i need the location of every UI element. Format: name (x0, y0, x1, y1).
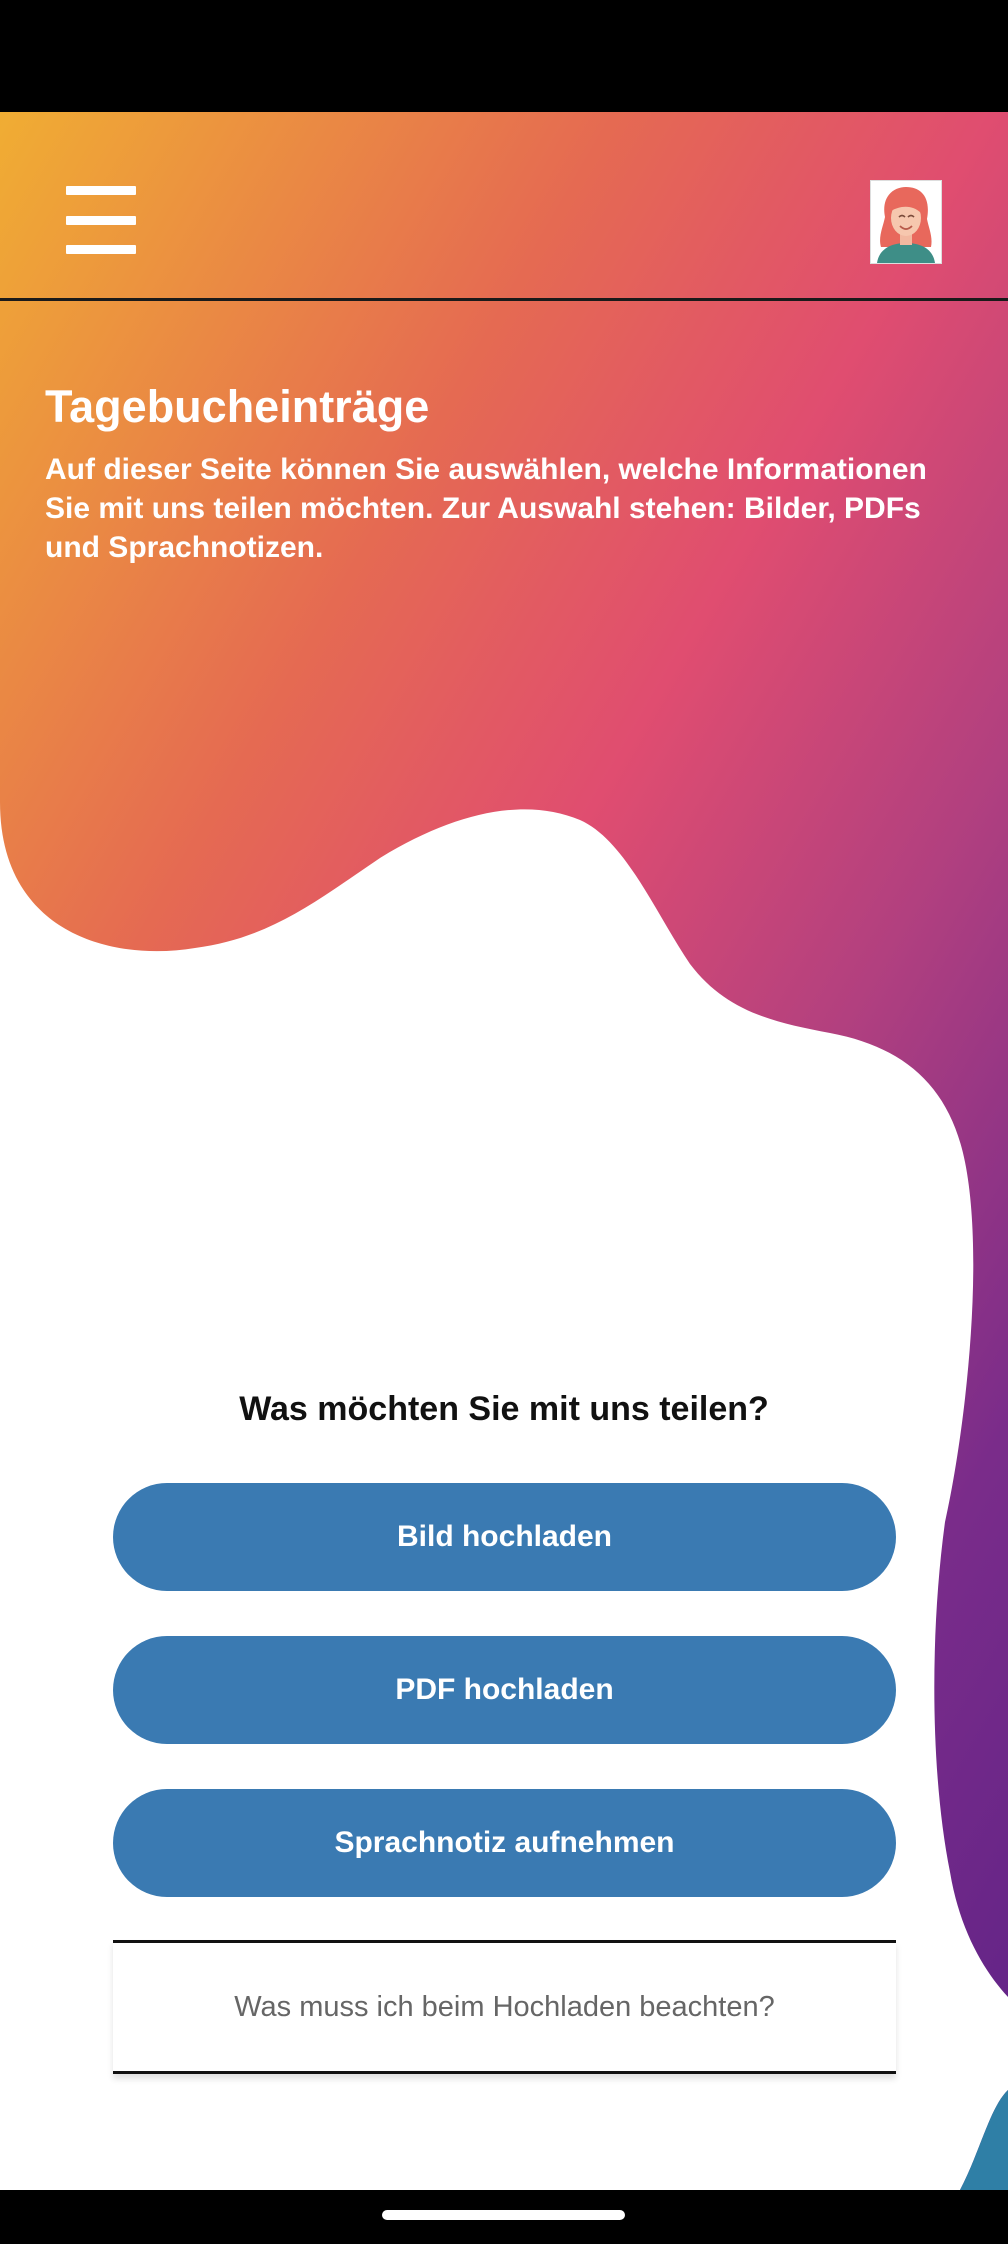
upload-help-label: Was muss ich beim Hochladen beachten? (234, 1990, 775, 2023)
user-avatar-icon[interactable] (870, 180, 942, 264)
intro-section: Tagebucheinträge Auf dieser Seite können… (45, 382, 965, 567)
status-bar (0, 0, 1008, 112)
app-header (0, 112, 1008, 301)
record-voice-note-button[interactable]: Sprachnotiz aufnehmen (113, 1789, 896, 1897)
share-question: Was möchten Sie mit uns teilen? (239, 1390, 769, 1428)
home-indicator[interactable] (382, 2210, 625, 2220)
system-nav-bar (0, 2190, 1008, 2244)
upload-help-toggle[interactable]: Was muss ich beim Hochladen beachten? (113, 1940, 896, 2074)
upload-image-button[interactable]: Bild hochladen (113, 1483, 896, 1591)
page-title: Tagebucheinträge (45, 381, 430, 432)
app-screen: Tagebucheinträge Auf dieser Seite können… (0, 112, 1008, 2190)
page-description: Auf dieser Seite können Sie auswählen, w… (45, 452, 927, 564)
hamburger-menu-icon[interactable] (66, 186, 136, 256)
upload-pdf-button[interactable]: PDF hochladen (113, 1636, 896, 1744)
